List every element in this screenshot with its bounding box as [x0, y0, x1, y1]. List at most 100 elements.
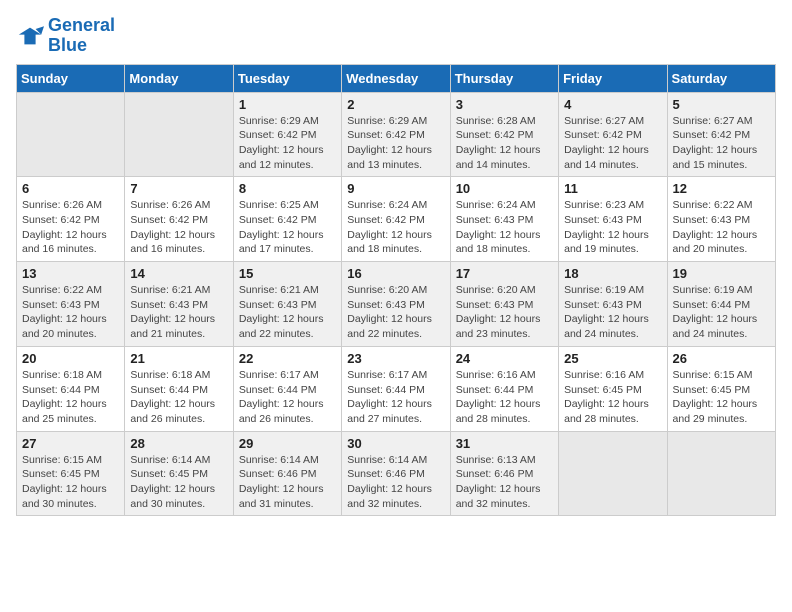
- day-info: Sunrise: 6:21 AMSunset: 6:43 PMDaylight:…: [130, 283, 227, 342]
- day-number: 2: [347, 97, 444, 112]
- day-number: 12: [673, 181, 770, 196]
- day-number: 31: [456, 436, 553, 451]
- day-number: 6: [22, 181, 119, 196]
- day-number: 5: [673, 97, 770, 112]
- calendar-cell: 6 Sunrise: 6:26 AMSunset: 6:42 PMDaylight…: [17, 177, 125, 262]
- day-number: 20: [22, 351, 119, 366]
- day-info: Sunrise: 6:14 AMSunset: 6:45 PMDaylight:…: [130, 453, 227, 512]
- calendar-cell: 28Sunrise: 6:14 AMSunset: 6:45 PMDayligh…: [125, 431, 233, 516]
- day-info: Sunrise: 6:18 AMSunset: 6:44 PMDaylight:…: [22, 368, 119, 427]
- calendar-cell: 16 Sunrise: 6:20 AMSunset: 6:43 PMDayligh…: [342, 262, 450, 347]
- calendar-week-row: 20 Sunrise: 6:18 AMSunset: 6:44 PMDayligh…: [17, 346, 776, 431]
- calendar-cell: [125, 92, 233, 177]
- day-number: 7: [130, 181, 227, 196]
- calendar-cell: 27 Sunrise: 6:15 AMSunset: 6:45 PMDayligh…: [17, 431, 125, 516]
- calendar-cell: 22 Sunrise: 6:17 AMSunset: 6:44 PMDayligh…: [233, 346, 341, 431]
- day-info: Sunrise: 6:28 AMSunset: 6:42 PMDaylight:…: [456, 114, 553, 173]
- day-info: Sunrise: 6:27 AMSunset: 6:42 PMDaylight:…: [564, 114, 661, 173]
- calendar-cell: 12 Sunrise: 6:22 AMSunset: 6:43 PMDayligh…: [667, 177, 775, 262]
- day-info: Sunrise: 6:22 AMSunset: 6:43 PMDaylight:…: [22, 283, 119, 342]
- logo: General Blue: [16, 16, 115, 56]
- day-number: 18: [564, 266, 661, 281]
- calendar-cell: [559, 431, 667, 516]
- day-info: Sunrise: 6:25 AMSunset: 6:42 PMDaylight:…: [239, 198, 336, 257]
- calendar-cell: 5 Sunrise: 6:27 AMSunset: 6:42 PMDaylight…: [667, 92, 775, 177]
- logo-bird-icon: [16, 22, 44, 50]
- weekday-header-monday: Monday: [125, 64, 233, 92]
- day-info: Sunrise: 6:17 AMSunset: 6:44 PMDaylight:…: [239, 368, 336, 427]
- day-info: Sunrise: 6:24 AMSunset: 6:42 PMDaylight:…: [347, 198, 444, 257]
- day-number: 27: [22, 436, 119, 451]
- day-number: 22: [239, 351, 336, 366]
- calendar-cell: 30Sunrise: 6:14 AMSunset: 6:46 PMDayligh…: [342, 431, 450, 516]
- day-number: 25: [564, 351, 661, 366]
- day-info: Sunrise: 6:21 AMSunset: 6:43 PMDaylight:…: [239, 283, 336, 342]
- day-info: Sunrise: 6:27 AMSunset: 6:42 PMDaylight:…: [673, 114, 770, 173]
- day-info: Sunrise: 6:24 AMSunset: 6:43 PMDaylight:…: [456, 198, 553, 257]
- calendar-cell: 13 Sunrise: 6:22 AMSunset: 6:43 PMDayligh…: [17, 262, 125, 347]
- day-info: Sunrise: 6:29 AMSunset: 6:42 PMDaylight:…: [239, 114, 336, 173]
- day-number: 9: [347, 181, 444, 196]
- day-info: Sunrise: 6:19 AMSunset: 6:44 PMDaylight:…: [673, 283, 770, 342]
- calendar-cell: 3 Sunrise: 6:28 AMSunset: 6:42 PMDaylight…: [450, 92, 558, 177]
- day-number: 10: [456, 181, 553, 196]
- weekday-header-friday: Friday: [559, 64, 667, 92]
- calendar-cell: 10 Sunrise: 6:24 AMSunset: 6:43 PMDayligh…: [450, 177, 558, 262]
- day-info: Sunrise: 6:20 AMSunset: 6:43 PMDaylight:…: [456, 283, 553, 342]
- calendar-cell: [17, 92, 125, 177]
- calendar-week-row: 13 Sunrise: 6:22 AMSunset: 6:43 PMDayligh…: [17, 262, 776, 347]
- calendar-cell: 11 Sunrise: 6:23 AMSunset: 6:43 PMDayligh…: [559, 177, 667, 262]
- day-number: 1: [239, 97, 336, 112]
- day-number: 19: [673, 266, 770, 281]
- calendar-cell: 4 Sunrise: 6:27 AMSunset: 6:42 PMDaylight…: [559, 92, 667, 177]
- calendar-cell: 23 Sunrise: 6:17 AMSunset: 6:44 PMDayligh…: [342, 346, 450, 431]
- day-info: Sunrise: 6:16 AMSunset: 6:45 PMDaylight:…: [564, 368, 661, 427]
- day-info: Sunrise: 6:23 AMSunset: 6:43 PMDaylight:…: [564, 198, 661, 257]
- calendar-cell: 20 Sunrise: 6:18 AMSunset: 6:44 PMDayligh…: [17, 346, 125, 431]
- weekday-header-tuesday: Tuesday: [233, 64, 341, 92]
- weekday-header-sunday: Sunday: [17, 64, 125, 92]
- calendar-cell: 17Sunrise: 6:20 AMSunset: 6:43 PMDayligh…: [450, 262, 558, 347]
- day-number: 23: [347, 351, 444, 366]
- day-number: 16: [347, 266, 444, 281]
- day-number: 30: [347, 436, 444, 451]
- calendar-cell: 7Sunrise: 6:26 AMSunset: 6:42 PMDaylight…: [125, 177, 233, 262]
- day-info: Sunrise: 6:17 AMSunset: 6:44 PMDaylight:…: [347, 368, 444, 427]
- calendar-cell: 26Sunrise: 6:15 AMSunset: 6:45 PMDayligh…: [667, 346, 775, 431]
- calendar-cell: 24 Sunrise: 6:16 AMSunset: 6:44 PMDayligh…: [450, 346, 558, 431]
- calendar-cell: 14Sunrise: 6:21 AMSunset: 6:43 PMDayligh…: [125, 262, 233, 347]
- day-number: 11: [564, 181, 661, 196]
- day-number: 26: [673, 351, 770, 366]
- page-header: General Blue: [16, 16, 776, 56]
- day-info: Sunrise: 6:19 AMSunset: 6:43 PMDaylight:…: [564, 283, 661, 342]
- day-number: 13: [22, 266, 119, 281]
- day-number: 29: [239, 436, 336, 451]
- calendar-week-row: 1 Sunrise: 6:29 AMSunset: 6:42 PMDaylight…: [17, 92, 776, 177]
- calendar-cell: 18 Sunrise: 6:19 AMSunset: 6:43 PMDayligh…: [559, 262, 667, 347]
- calendar-cell: 15 Sunrise: 6:21 AMSunset: 6:43 PMDayligh…: [233, 262, 341, 347]
- day-number: 3: [456, 97, 553, 112]
- calendar-table: SundayMondayTuesdayWednesdayThursdayFrid…: [16, 64, 776, 517]
- calendar-cell: 25 Sunrise: 6:16 AMSunset: 6:45 PMDayligh…: [559, 346, 667, 431]
- day-info: Sunrise: 6:26 AMSunset: 6:42 PMDaylight:…: [22, 198, 119, 257]
- day-number: 21: [130, 351, 227, 366]
- calendar-cell: 21Sunrise: 6:18 AMSunset: 6:44 PMDayligh…: [125, 346, 233, 431]
- day-info: Sunrise: 6:22 AMSunset: 6:43 PMDaylight:…: [673, 198, 770, 257]
- day-number: 8: [239, 181, 336, 196]
- day-number: 24: [456, 351, 553, 366]
- day-info: Sunrise: 6:20 AMSunset: 6:43 PMDaylight:…: [347, 283, 444, 342]
- day-number: 15: [239, 266, 336, 281]
- weekday-header-thursday: Thursday: [450, 64, 558, 92]
- day-number: 4: [564, 97, 661, 112]
- calendar-cell: 1 Sunrise: 6:29 AMSunset: 6:42 PMDaylight…: [233, 92, 341, 177]
- calendar-header-row: SundayMondayTuesdayWednesdayThursdayFrid…: [17, 64, 776, 92]
- day-info: Sunrise: 6:15 AMSunset: 6:45 PMDaylight:…: [22, 453, 119, 512]
- day-info: Sunrise: 6:14 AMSunset: 6:46 PMDaylight:…: [239, 453, 336, 512]
- calendar-cell: 29 Sunrise: 6:14 AMSunset: 6:46 PMDayligh…: [233, 431, 341, 516]
- day-info: Sunrise: 6:16 AMSunset: 6:44 PMDaylight:…: [456, 368, 553, 427]
- day-info: Sunrise: 6:13 AMSunset: 6:46 PMDaylight:…: [456, 453, 553, 512]
- weekday-header-saturday: Saturday: [667, 64, 775, 92]
- day-info: Sunrise: 6:29 AMSunset: 6:42 PMDaylight:…: [347, 114, 444, 173]
- calendar-cell: 31 Sunrise: 6:13 AMSunset: 6:46 PMDayligh…: [450, 431, 558, 516]
- calendar-week-row: 27 Sunrise: 6:15 AMSunset: 6:45 PMDayligh…: [17, 431, 776, 516]
